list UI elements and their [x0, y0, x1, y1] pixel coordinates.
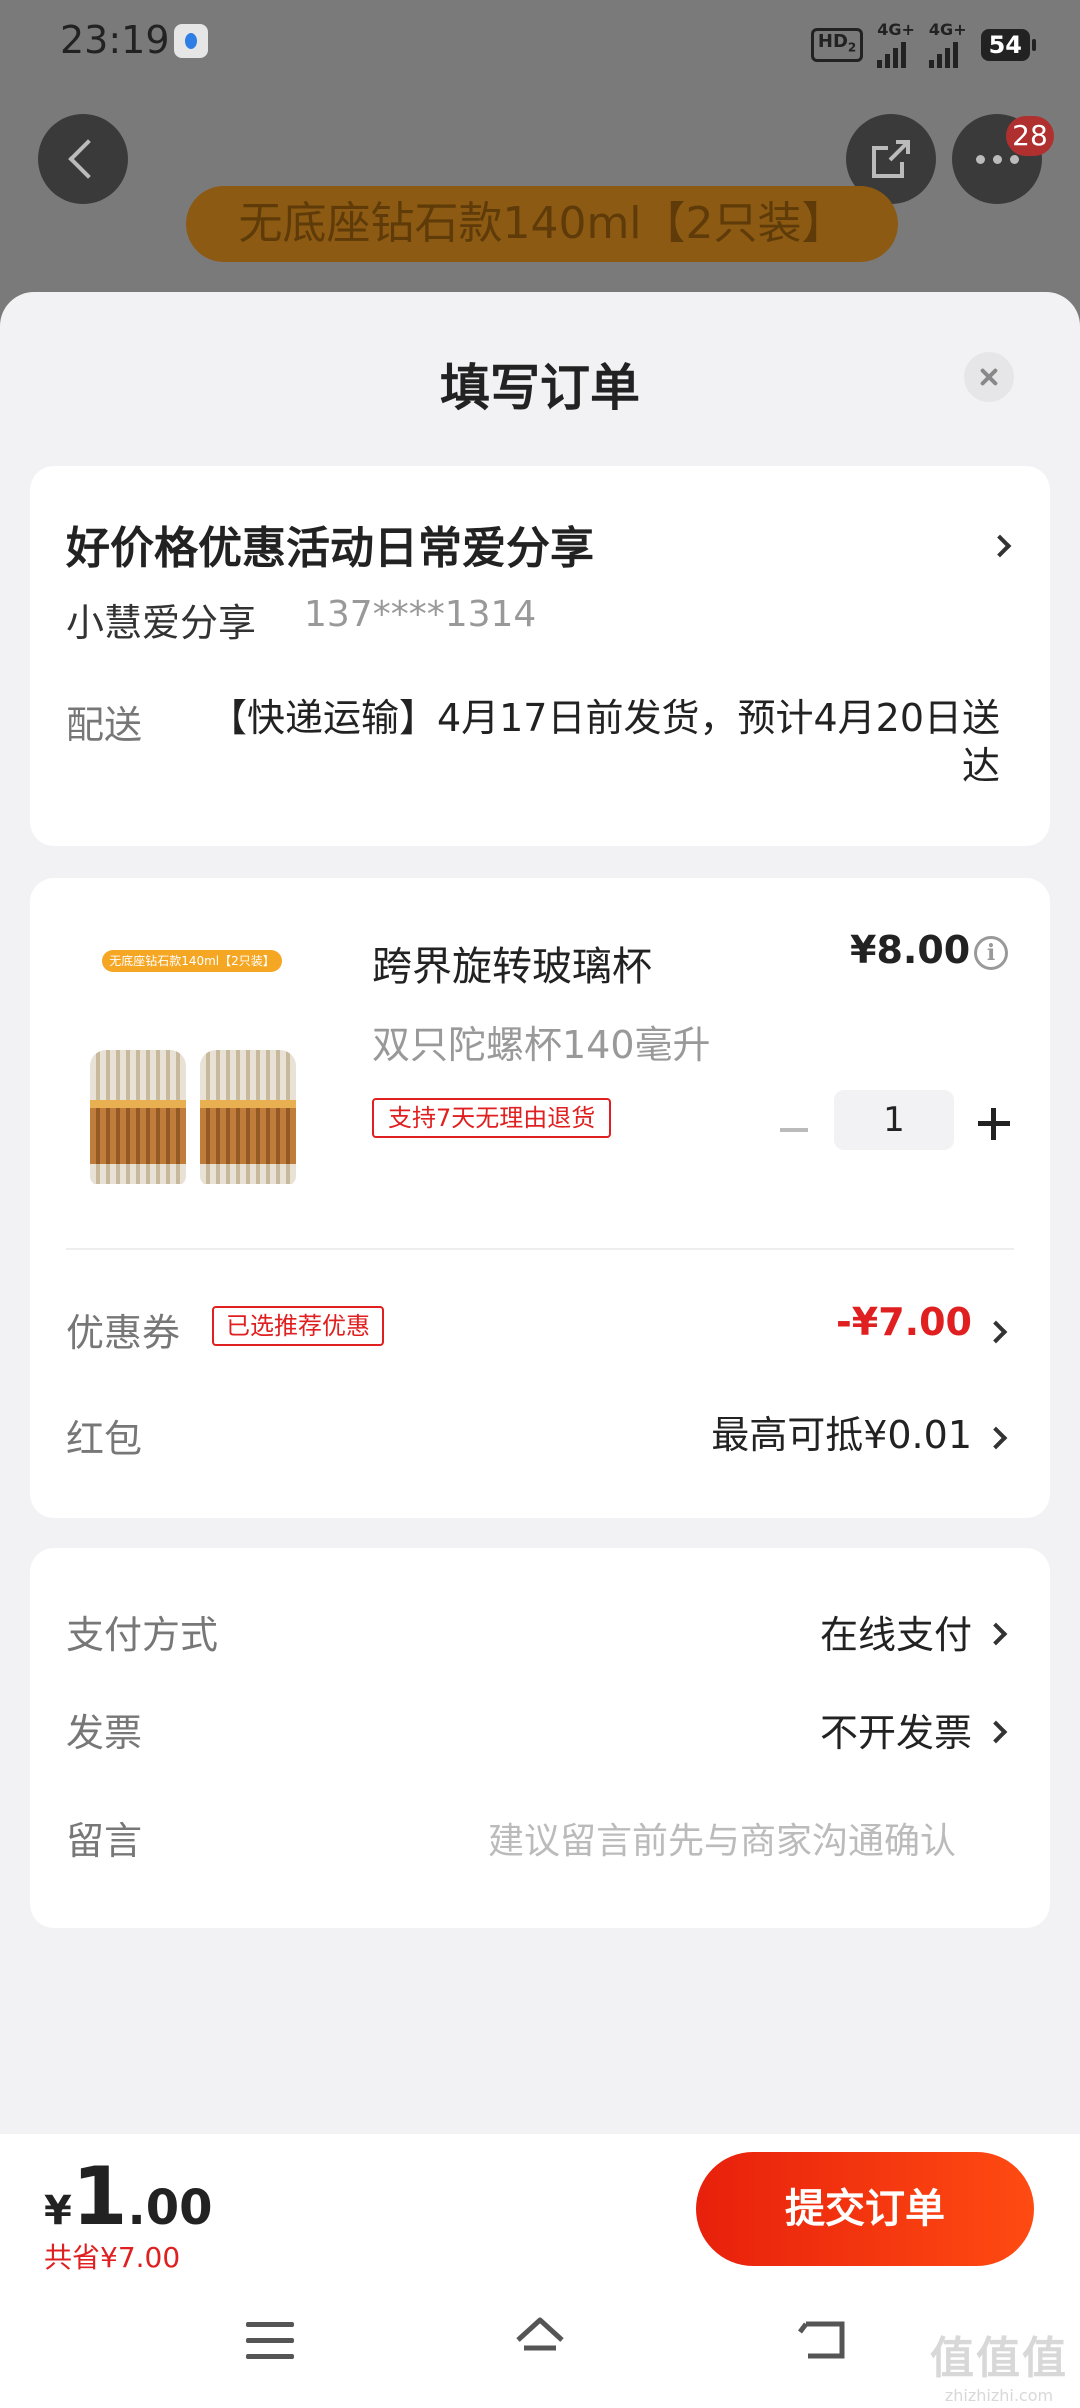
chevron-right-icon — [988, 534, 1012, 558]
menu-icon[interactable] — [246, 2322, 294, 2360]
signal-2-icon: 4G+ — [928, 22, 967, 68]
back-nav-icon[interactable] — [796, 2316, 852, 2366]
product-spec[interactable]: 双只陀螺杯140毫升 — [372, 1014, 711, 1069]
quantity-input[interactable]: 1 — [834, 1090, 954, 1150]
coupon-tag: 已选推荐优惠 — [212, 1306, 384, 1346]
plus-icon[interactable] — [974, 1104, 1014, 1144]
delivery-label: 配送 — [66, 703, 143, 747]
info-icon[interactable]: i — [974, 936, 1008, 970]
chevron-right-icon[interactable] — [984, 1622, 1008, 1646]
redpack-label: 红包 — [66, 1417, 143, 1461]
sheet-title: 填写订单 — [440, 359, 640, 417]
status-bar: 23:19 HD2 4G+ 4G+ 54 — [0, 0, 1080, 84]
minus-icon[interactable] — [774, 1110, 814, 1150]
return-policy-badge: 支持7天无理由退货 — [372, 1098, 612, 1138]
redpack-value[interactable]: 最高可抵¥0.01 — [711, 1404, 972, 1459]
hd-voice-icon: HD2 — [810, 28, 864, 62]
message-label: 留言 — [66, 1819, 143, 1863]
total-amount: ¥1.00 — [44, 2150, 213, 2243]
saved-amount: 共省¥7.00 — [44, 2241, 181, 2274]
product-image[interactable]: 无底座钻石款140ml【2只装】 — [70, 930, 306, 1184]
message-input[interactable]: 建议留言前先与商家沟通确认 — [488, 1812, 956, 1864]
address-title: 好价格优惠活动日常爱分享 — [66, 523, 594, 574]
battery-icon: 54 — [980, 29, 1037, 61]
order-sheet: 填写订单 好价格优惠活动日常爱分享 小慧爱分享 137****1314 配送 【… — [0, 292, 1080, 2408]
chevron-right-icon[interactable] — [984, 1320, 1008, 1344]
watermark: 值值值 zhizhizhi.com — [930, 2333, 1068, 2405]
status-time: 23:19 — [60, 18, 170, 62]
chevron-right-icon[interactable] — [984, 1720, 1008, 1744]
recipient-phone: 137****1314 — [304, 594, 537, 635]
delivery-text: 【快递运输】4月17日前发货，预计4月20日送达 — [208, 696, 1000, 788]
glass-image — [90, 1050, 186, 1184]
divider — [66, 1248, 1014, 1250]
notification-app-icon — [174, 24, 208, 58]
back-icon[interactable] — [38, 114, 128, 204]
glass-image — [200, 1050, 296, 1184]
invoice-value[interactable]: 不开发票 — [820, 1702, 972, 1757]
address-card[interactable]: 好价格优惠活动日常爱分享 小慧爱分享 137****1314 配送 【快递运输】… — [30, 466, 1050, 846]
signal-1-icon: 4G+ — [877, 22, 915, 68]
checkout-bar: ¥1.00 共省¥7.00 提交订单 — [0, 2134, 1080, 2408]
product-price: ¥8.00 — [850, 928, 971, 972]
product-image-tag: 无底座钻石款140ml【2只装】 — [102, 950, 282, 972]
coupon-label: 优惠券 — [66, 1311, 181, 1355]
close-icon[interactable] — [964, 352, 1014, 402]
home-icon[interactable] — [512, 2314, 568, 2364]
notification-badge: 28 — [1006, 116, 1054, 156]
coupon-value[interactable]: -¥7.00 — [836, 1300, 972, 1344]
payment-card: 支付方式 在线支付 发票 不开发票 留言 建议留言前先与商家沟通确认 — [30, 1548, 1050, 1928]
status-indicators: HD2 4G+ 4G+ 54 — [810, 22, 1037, 68]
invoice-label: 发票 — [66, 1711, 143, 1755]
payment-method-value[interactable]: 在线支付 — [820, 1604, 972, 1659]
product-banner: 无底座钻石款140ml【2只装】 — [186, 186, 898, 262]
product-name[interactable]: 跨界旋转玻璃杯 — [372, 934, 652, 992]
recipient-name: 小慧爱分享 — [66, 601, 257, 645]
product-card: 无底座钻石款140ml【2只装】 跨界旋转玻璃杯 ¥8.00 i 双只陀螺杯14… — [30, 878, 1050, 1518]
chevron-right-icon[interactable] — [984, 1426, 1008, 1450]
payment-method-label: 支付方式 — [66, 1613, 219, 1657]
submit-order-button[interactable]: 提交订单 — [696, 2152, 1034, 2266]
